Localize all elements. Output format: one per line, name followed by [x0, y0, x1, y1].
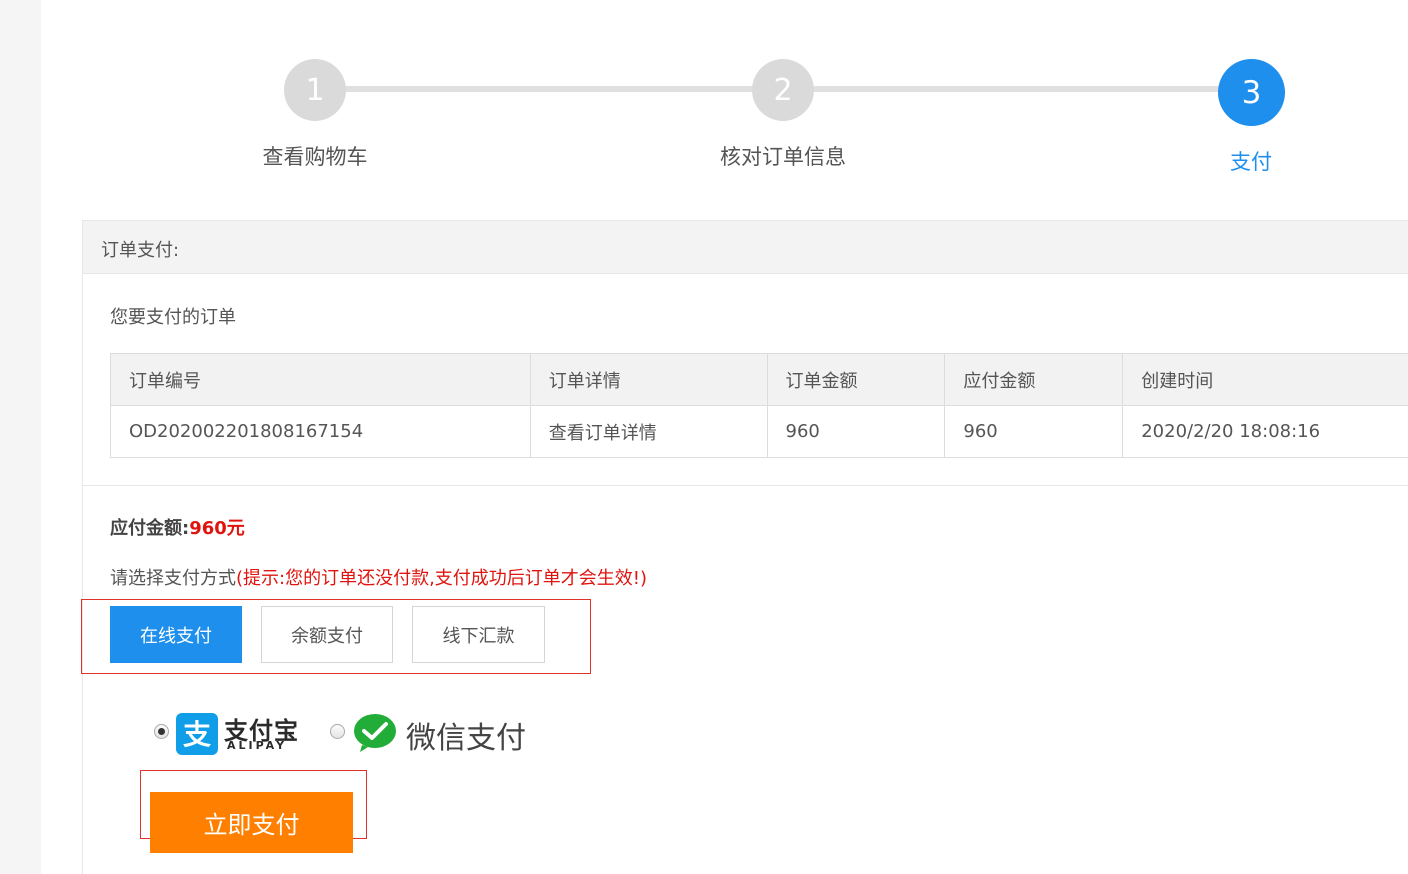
- pay-now-button[interactable]: 立即支付: [150, 792, 353, 853]
- step-2-circle: 2: [752, 59, 814, 121]
- table-row: OD202002201808167154 查看订单详情 960 960 2020…: [110, 405, 1408, 458]
- step-2-number: 2: [773, 72, 793, 108]
- wechat-pay-label: 微信支付: [406, 721, 526, 756]
- step-1-label: 查看购物车: [262, 145, 368, 169]
- amount-due-label: 应付金额:: [110, 518, 190, 539]
- step-3-circle: 3: [1218, 59, 1285, 126]
- radio-selected-dot: [158, 728, 165, 735]
- wechat-radio[interactable]: [330, 724, 345, 739]
- step-2-label: 核对订单信息: [720, 145, 846, 169]
- alipay-logo-icon[interactable]: 支: [176, 713, 218, 755]
- table-header-row: 订单编号 订单详情 订单金额 应付金额 创建时间: [110, 353, 1408, 406]
- checkout-steps: 1 2 3 查看购物车 核对订单信息 支付: [0, 0, 1408, 200]
- section-divider: [83, 485, 1408, 486]
- panel-header: 订单支付:: [83, 221, 1408, 274]
- panel-title: 订单支付:: [101, 240, 180, 261]
- alipay-radio[interactable]: [154, 724, 169, 739]
- alipay-name-en: ALIPAY: [227, 739, 288, 752]
- col-created-time: 创建时间: [1122, 353, 1408, 406]
- step-3-number: 3: [1241, 74, 1262, 111]
- tab-balance-payment[interactable]: 余额支付: [261, 606, 393, 663]
- step-1-circle: 1: [284, 59, 346, 121]
- view-order-detail-link[interactable]: 查看订单详情: [529, 405, 768, 458]
- step-1-number: 1: [305, 72, 325, 108]
- payment-tip: (提示:您的订单还没付款,支付成功后订单才会生效!): [236, 568, 648, 589]
- payment-method-label: 请选择支付方式: [110, 568, 236, 589]
- step-connector-1-2: [330, 86, 770, 92]
- cell-order-amount: 960: [766, 405, 946, 458]
- cell-order-no: OD202002201808167154: [110, 405, 531, 458]
- col-order-detail: 订单详情: [529, 353, 768, 406]
- wechat-logo-icon[interactable]: [353, 713, 397, 753]
- orders-table: 订单编号 订单详情 订单金额 应付金额 创建时间 OD2020022018081…: [110, 353, 1408, 458]
- cell-created-time: 2020/2/20 18:08:16: [1122, 405, 1408, 458]
- col-order-no: 订单编号: [110, 353, 531, 406]
- step-3-label: 支付: [1230, 150, 1272, 174]
- amount-due-line: 应付金额:960元: [110, 514, 245, 540]
- col-amount-due: 应付金额: [944, 353, 1124, 406]
- step-connector-2-3: [796, 86, 1236, 92]
- alipay-logo-glyph: 支: [183, 718, 211, 751]
- tab-online-payment[interactable]: 在线支付: [110, 606, 242, 663]
- payment-method-prompt: 请选择支付方式(提示:您的订单还没付款,支付成功后订单才会生效!): [110, 564, 647, 590]
- col-order-amount: 订单金额: [766, 353, 946, 406]
- cell-amount-due: 960: [944, 405, 1124, 458]
- tab-offline-transfer[interactable]: 线下汇款: [412, 606, 545, 663]
- orders-subtitle: 您要支付的订单: [110, 307, 236, 328]
- amount-due-value: 960元: [189, 518, 245, 539]
